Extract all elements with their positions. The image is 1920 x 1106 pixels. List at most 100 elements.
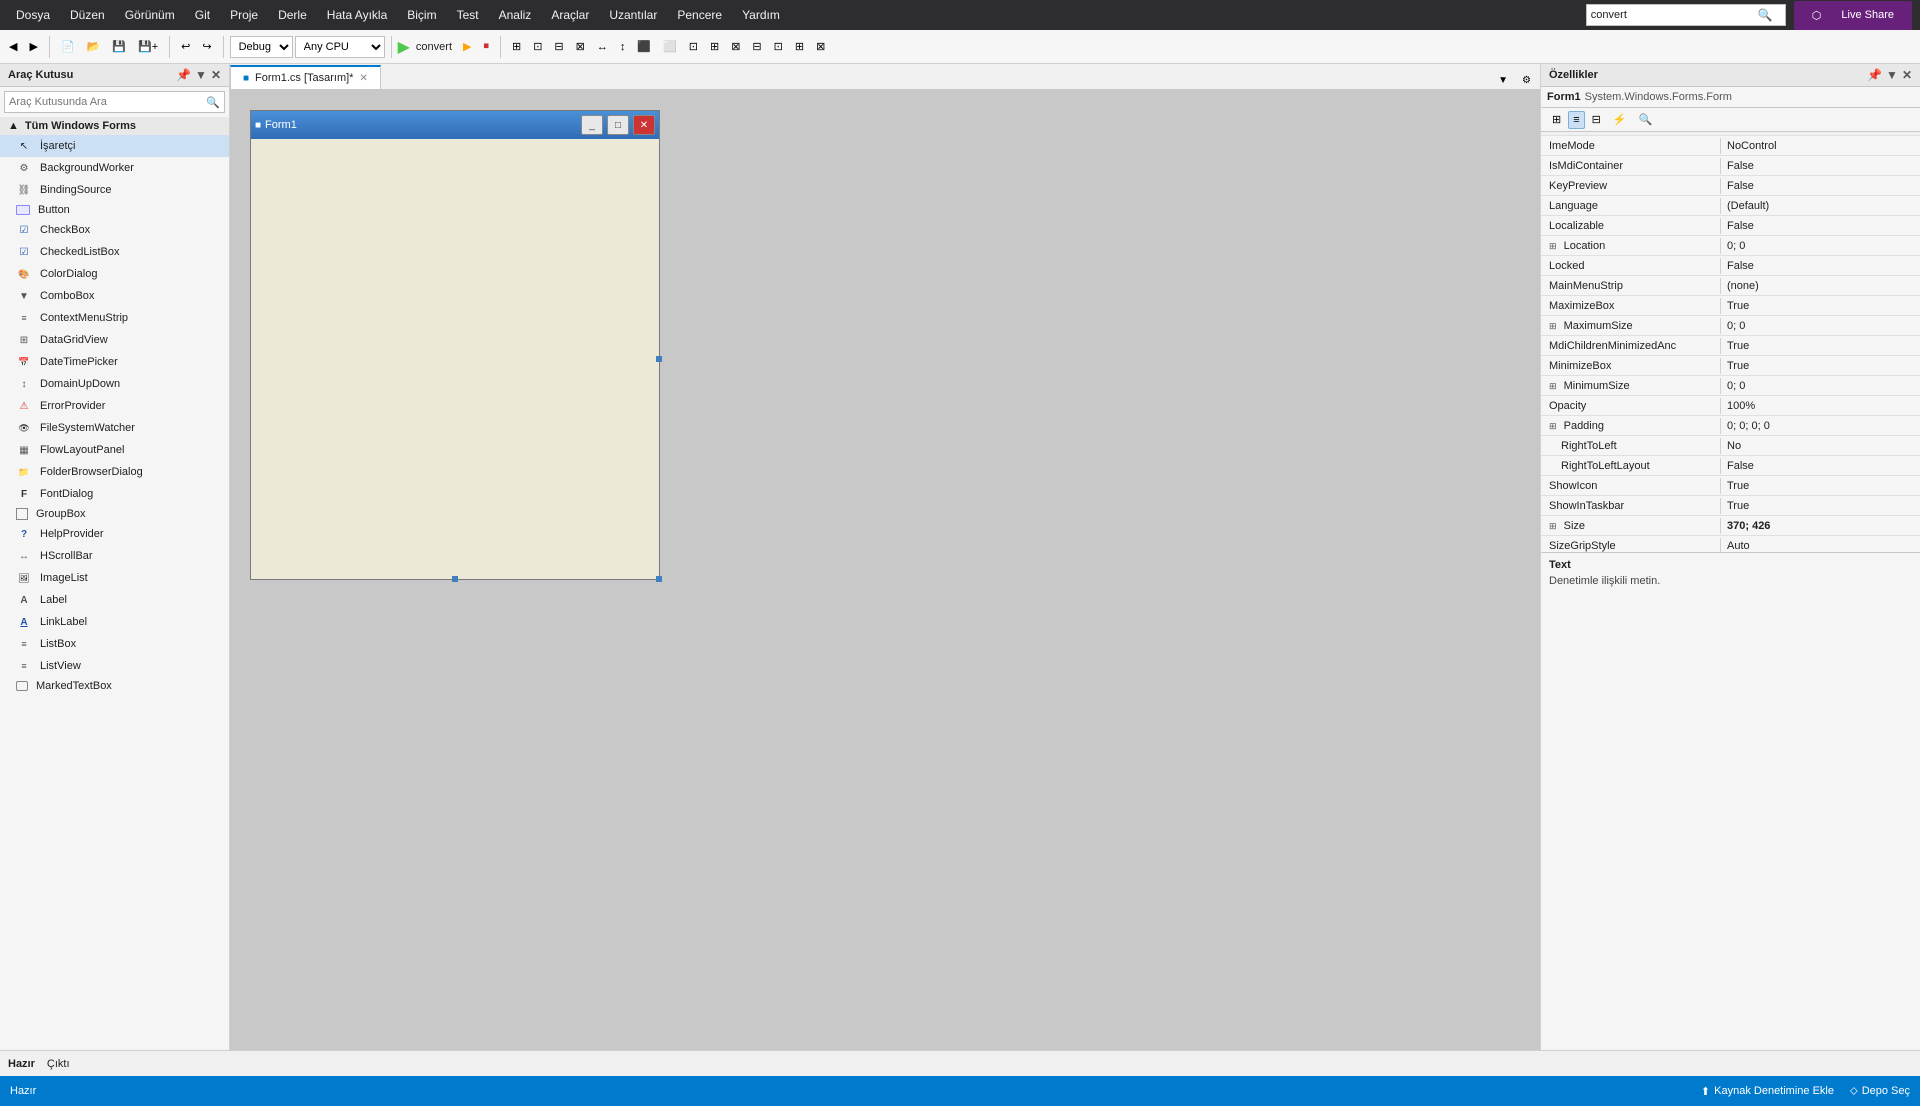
form-minimize-button[interactable]: _ <box>581 115 603 135</box>
tab-extra-button-1[interactable]: ▼ <box>1493 72 1513 89</box>
toolbar-extra-14[interactable]: ⊞ <box>790 37 809 56</box>
properties-menu-icon[interactable]: ▼ <box>1886 68 1898 82</box>
props-properties-button[interactable]: ⊟ <box>1587 110 1606 129</box>
menu-duzen[interactable]: Düzen <box>62 4 113 26</box>
props-value-size[interactable]: 370; 426 <box>1721 518 1920 534</box>
props-value-mdichildren[interactable]: True <box>1721 338 1920 354</box>
debug-mode-select[interactable]: Debug <box>230 36 293 58</box>
toolbox-item-16[interactable]: F FontDialog <box>0 483 229 505</box>
props-value-minimumsize[interactable]: 0; 0 <box>1721 378 1920 394</box>
toolbox-item-12[interactable]: ⚠ ErrorProvider <box>0 395 229 417</box>
menu-dosya[interactable]: Dosya <box>8 4 58 26</box>
toolbox-item-10[interactable]: 📅 DateTimePicker <box>0 351 229 373</box>
toolbar-extra-11[interactable]: ⊠ <box>726 37 745 56</box>
toolbox-item-4[interactable]: ☑ CheckBox <box>0 219 229 241</box>
bottom-tab-errors[interactable]: Hazır <box>8 1058 35 1070</box>
props-value-padding[interactable]: 0; 0; 0; 0 <box>1721 418 1920 434</box>
form-body[interactable] <box>251 139 659 579</box>
toolbar-extra-3[interactable]: ⊟ <box>549 37 568 56</box>
form-close-button[interactable]: ✕ <box>633 115 655 135</box>
properties-close-icon[interactable]: ✕ <box>1902 68 1912 82</box>
props-value-ismdi[interactable]: False <box>1721 158 1920 174</box>
new-file-button[interactable]: 📄 <box>56 37 80 56</box>
props-value-imemode[interactable]: NoControl <box>1721 138 1920 154</box>
bottom-tab-output[interactable]: Çıktı <box>47 1058 70 1070</box>
props-value-localizable[interactable]: False <box>1721 218 1920 234</box>
toolbar-extra-4[interactable]: ⊠ <box>571 37 590 56</box>
live-share-button[interactable]: ⬡ Live Share <box>1794 1 1912 30</box>
cpu-select[interactable]: Any CPU <box>295 36 385 58</box>
resize-handle-right[interactable] <box>656 356 662 362</box>
props-events-button[interactable]: ⚡ <box>1608 110 1632 129</box>
source-control-button[interactable]: ⬆ Kaynak Denetimine Ekle <box>1701 1085 1834 1098</box>
toolbox-pin-icon[interactable]: 📌 <box>176 68 191 82</box>
tab-form1-designer[interactable]: ■ Form1.cs [Tasarım]* ✕ <box>230 65 381 89</box>
toolbar-extra-5[interactable]: ↔ <box>592 38 613 56</box>
toolbox-search-input[interactable] <box>9 96 206 108</box>
props-alphabetical-button[interactable]: ≡ <box>1568 111 1584 129</box>
props-value-language[interactable]: (Default) <box>1721 198 1920 214</box>
menu-bicim[interactable]: Biçim <box>399 4 444 26</box>
designer-canvas[interactable]: ■ Form1 _ □ ✕ <box>230 90 1540 1050</box>
undo-button[interactable]: ↩ <box>176 37 195 56</box>
toolbox-item-0[interactable]: ↖ İşaretçi <box>0 135 229 157</box>
toolbox-close-icon[interactable]: ✕ <box>211 68 221 82</box>
global-search-input[interactable] <box>1591 9 1750 21</box>
save-button[interactable]: 💾 <box>107 37 131 56</box>
menu-gorunum[interactable]: Görünüm <box>117 4 183 26</box>
props-value-showintaskbar[interactable]: True <box>1721 498 1920 514</box>
toolbox-item-14[interactable]: ▦ FlowLayoutPanel <box>0 439 229 461</box>
branch-button[interactable]: ⬦ Depo Seç <box>1850 1085 1910 1098</box>
toolbox-item-22[interactable]: A LinkLabel <box>0 611 229 633</box>
global-search-box[interactable]: 🔍 <box>1586 4 1786 26</box>
menu-derle[interactable]: Derle <box>270 4 315 26</box>
toolbox-item-17[interactable]: GroupBox <box>0 505 229 523</box>
toolbar-extra-10[interactable]: ⊞ <box>705 37 724 56</box>
toolbox-item-18[interactable]: ? HelpProvider <box>0 523 229 545</box>
menu-pencere[interactable]: Pencere <box>669 4 730 26</box>
toolbox-item-1[interactable]: ⚙ BackgroundWorker <box>0 157 229 179</box>
toolbox-menu-icon[interactable]: ▼ <box>195 68 207 82</box>
open-button[interactable]: 📂 <box>82 37 106 56</box>
toolbar-extra-7[interactable]: ⬛ <box>632 37 656 56</box>
menu-hata[interactable]: Hata Ayıkla <box>319 4 395 26</box>
toolbar-extra-13[interactable]: ⊡ <box>769 37 788 56</box>
toolbox-item-2[interactable]: ⛓ BindingSource <box>0 179 229 201</box>
props-value-showicon[interactable]: True <box>1721 478 1920 494</box>
props-value-keypreview[interactable]: False <box>1721 178 1920 194</box>
props-value-sizegripstyle[interactable]: Auto <box>1721 538 1920 553</box>
menu-test[interactable]: Test <box>449 4 487 26</box>
save-all-button[interactable]: 💾+ <box>133 37 163 56</box>
toolbar-extra-9[interactable]: ⊡ <box>684 37 703 56</box>
toolbar-extra-15[interactable]: ⊠ <box>811 37 830 56</box>
props-value-mainmenustrip[interactable]: (none) <box>1721 278 1920 294</box>
props-search-button[interactable]: 🔍 <box>1634 110 1658 129</box>
menu-uzantilar[interactable]: Uzantılar <box>601 4 665 26</box>
menu-yardim[interactable]: Yardım <box>734 4 788 26</box>
toolbox-item-11[interactable]: ↕ DomainUpDown <box>0 373 229 395</box>
toolbar-extra-6[interactable]: ↕ <box>615 38 631 56</box>
resize-handle-bottom[interactable] <box>452 576 458 582</box>
toolbox-item-3[interactable]: Button <box>0 201 229 219</box>
toolbox-item-19[interactable]: ↔ HScrollBar <box>0 545 229 567</box>
tab-extra-button-2[interactable]: ⚙ <box>1517 72 1536 89</box>
toolbox-search-box[interactable]: 🔍 <box>4 91 225 113</box>
run-button[interactable]: ▶ <box>398 37 410 57</box>
form-window[interactable]: ■ Form1 _ □ ✕ <box>250 110 660 580</box>
props-value-maximumsize[interactable]: 0; 0 <box>1721 318 1920 334</box>
properties-pin-icon[interactable]: 📌 <box>1867 68 1882 82</box>
props-value-righttoleft[interactable]: No <box>1721 438 1920 454</box>
menu-analiz[interactable]: Analiz <box>491 4 540 26</box>
stop-button[interactable]: ⏹ <box>478 37 494 56</box>
menu-araclar[interactable]: Araçlar <box>543 4 597 26</box>
back-button[interactable]: ◀ <box>4 37 22 56</box>
menu-git[interactable]: Git <box>187 4 218 26</box>
toolbar-extra-1[interactable]: ⊞ <box>507 37 526 56</box>
form-maximize-button[interactable]: □ <box>607 115 629 135</box>
toolbox-item-24[interactable]: ≡ ListView <box>0 655 229 677</box>
props-value-location[interactable]: 0; 0 <box>1721 238 1920 254</box>
forward-button[interactable]: ▶ <box>24 37 42 56</box>
props-value-minimizebox[interactable]: True <box>1721 358 1920 374</box>
toolbox-item-20[interactable]: 🖼 ImageList <box>0 567 229 589</box>
menu-proje[interactable]: Proje <box>222 4 266 26</box>
